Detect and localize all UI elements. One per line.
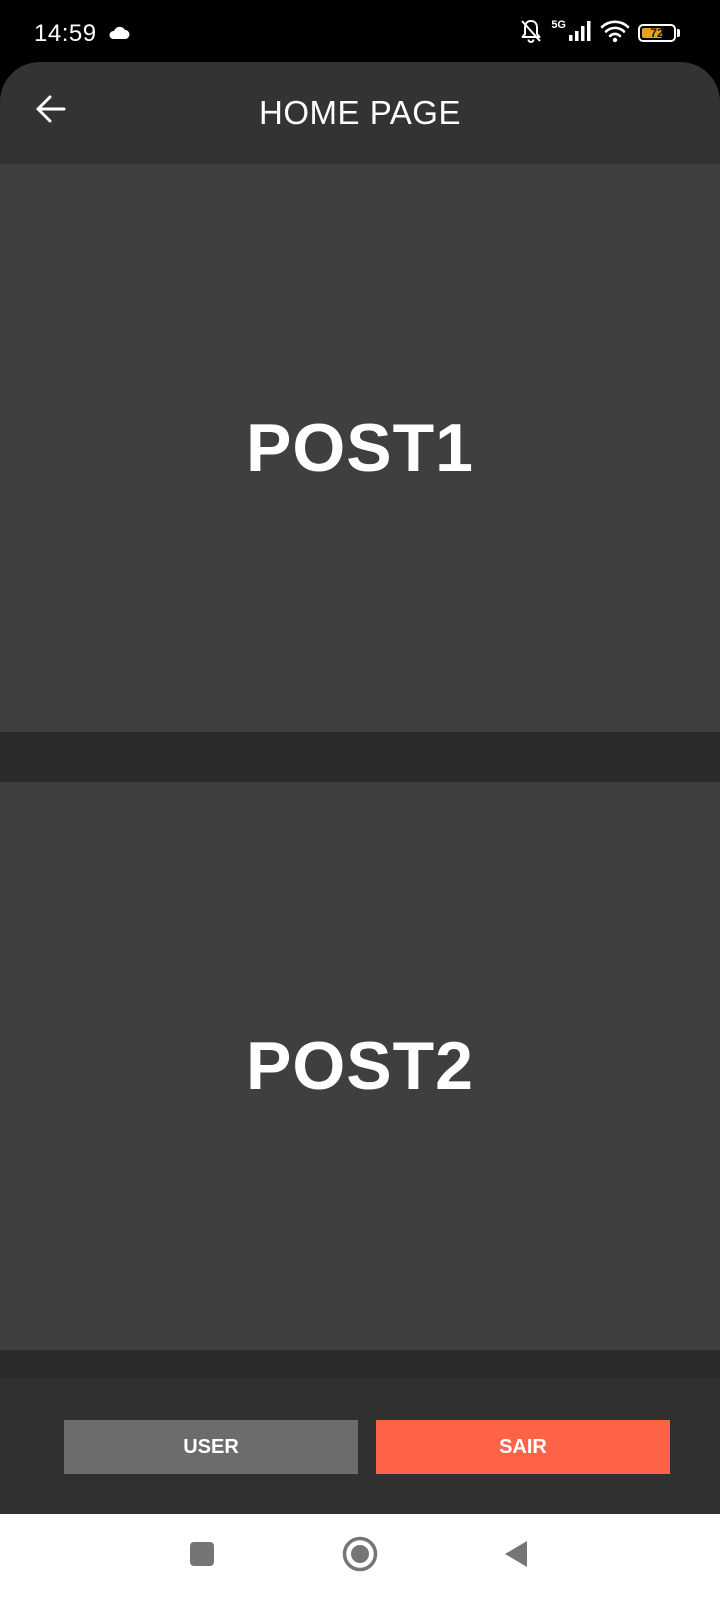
post-card-1[interactable]: POST1 — [0, 164, 720, 732]
status-icons: 5G 72 — [519, 18, 680, 48]
cloud-icon — [108, 26, 130, 45]
home-circle-icon — [342, 1536, 378, 1577]
bottom-action-bar: USER SAIR — [0, 1378, 720, 1514]
recents-button[interactable] — [180, 1534, 224, 1578]
network-type: 5G — [551, 19, 566, 31]
recents-square-icon — [189, 1541, 215, 1572]
back-triangle-icon — [503, 1539, 529, 1574]
user-button[interactable]: USER — [64, 1420, 358, 1474]
phone-screen: 14:59 5G 72 HOME PAGE POST1 POST2 USER S… — [0, 0, 720, 1600]
wifi-icon — [600, 19, 630, 48]
app-container: HOME PAGE POST1 POST2 USER SAIR — [0, 62, 720, 1514]
app-bar: HOME PAGE — [0, 62, 720, 164]
status-time: 14:59 — [34, 20, 97, 47]
battery-icon: 72 — [638, 24, 676, 42]
battery-level: 72 — [650, 26, 664, 40]
home-button[interactable] — [338, 1534, 382, 1578]
battery-indicator: 72 — [638, 24, 680, 42]
page-title: HOME PAGE — [259, 94, 461, 131]
system-navigation-bar — [0, 1514, 720, 1600]
system-back-button[interactable] — [494, 1534, 538, 1578]
post-card-2[interactable]: POST2 — [0, 782, 720, 1350]
post-title: POST2 — [246, 1028, 474, 1104]
status-bar: 14:59 5G 72 — [0, 0, 720, 64]
post-title: POST1 — [246, 410, 474, 486]
battery-tip — [677, 29, 680, 37]
sair-button[interactable]: SAIR — [376, 1420, 670, 1474]
bell-muted-icon — [519, 18, 543, 49]
signal-icon — [568, 20, 592, 47]
